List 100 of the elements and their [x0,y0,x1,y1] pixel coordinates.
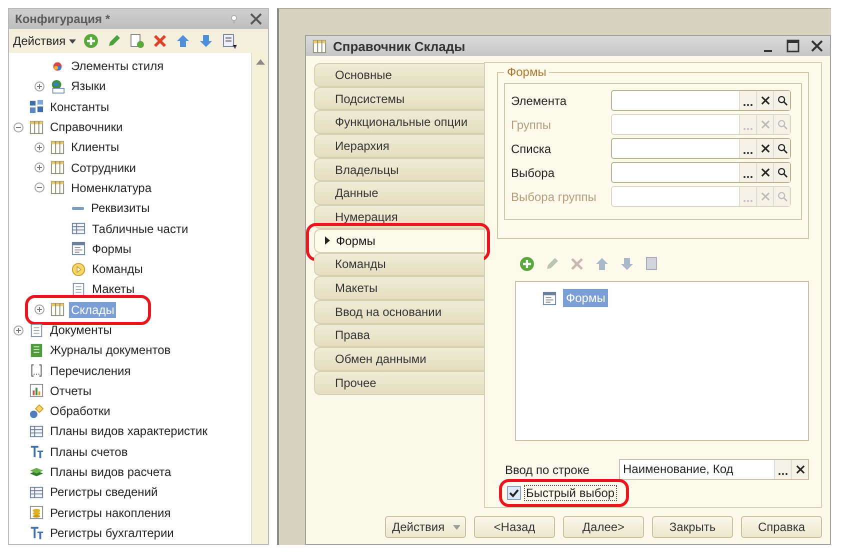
actions-menu-button[interactable]: Действия [385,516,466,538]
expand-icon[interactable] [34,80,45,92]
tree-item[interactable]: Регистры накопления [48,504,173,521]
add-icon[interactable] [519,256,535,272]
tree-item[interactable]: Формы [90,240,134,257]
expand-icon[interactable] [34,142,45,153]
dialog-button[interactable]: Справка [741,516,822,538]
expand-icon[interactable] [34,162,45,174]
select-button[interactable] [739,163,756,182]
clear-button[interactable] [756,139,773,158]
list-icon[interactable] [220,33,237,49]
clear-button[interactable] [756,163,773,182]
tree-item[interactable]: Макеты [90,281,137,298]
search-button[interactable] [773,139,790,158]
tree-item[interactable]: Документы [48,322,114,338]
delete-icon[interactable] [152,33,168,49]
field-value: Наименование, Код [622,461,734,478]
select-button[interactable] [739,91,756,110]
section-tab[interactable]: Данные [314,181,484,206]
play-icon [71,262,86,277]
section-tab[interactable]: Обмен данными [314,347,484,371]
clear-button[interactable] [756,91,773,110]
tree-item[interactable]: Журналы документов [48,342,173,358]
tree-item[interactable]: Языки [69,78,108,94]
close-icon[interactable] [250,13,262,25]
tree-item[interactable]: Справочники [48,119,125,136]
collapse-icon[interactable] [13,122,24,133]
tree-item[interactable]: Обработки [48,403,112,420]
down-arrow-icon[interactable] [619,256,635,272]
field-label: Выбора [511,166,556,180]
up-arrow-icon[interactable] [594,256,610,272]
dialog-button[interactable]: Далее> [563,516,644,538]
checkbox[interactable] [507,486,521,500]
clear-button[interactable] [791,460,808,479]
tree-item[interactable]: Планы счетов [48,444,130,460]
pin-icon[interactable] [230,14,238,24]
section-tab[interactable]: Формы [314,228,484,252]
tree-item[interactable]: Сотрудники [69,160,138,176]
tree-item[interactable]: Перечисления [48,362,133,379]
input-field[interactable] [611,90,791,111]
dialog-button[interactable]: <Назад [474,516,555,538]
form-icon [542,290,557,306]
check-icon [508,487,520,499]
close-icon[interactable] [810,39,824,53]
journal-icon [29,342,44,358]
tree-item[interactable]: Планы видов характеристик [48,423,210,440]
scroll-up-icon[interactable] [256,59,264,65]
section-tab[interactable]: Функциональные опции [314,110,484,134]
select-button[interactable] [774,460,791,479]
tee-icon [29,525,44,540]
collapse-icon[interactable] [34,182,45,194]
dash-icon [72,206,84,210]
checkbox-label[interactable]: Быстрый выбор [524,485,617,501]
expand-icon[interactable] [34,304,45,316]
actions-menu-button[interactable]: Действия [13,34,76,48]
select-button[interactable] [739,139,756,158]
tree-item[interactable]: Планы видов расчета [48,464,174,480]
tree-item[interactable]: Команды [90,261,145,278]
copy-icon[interactable] [128,33,145,49]
expand-icon[interactable] [13,324,24,336]
section-tab[interactable]: Команды [314,252,484,276]
caret-icon [452,524,460,530]
triangle-icon [325,236,330,246]
tree-item[interactable]: Регистры сведений [48,484,160,500]
tree-item[interactable]: Константы [48,98,112,115]
section-tab[interactable]: Владельцы [314,158,484,182]
tree-item[interactable]: Номенклатура [69,180,154,196]
section-tab[interactable]: Права [314,324,484,348]
tree-item[interactable]: Табличные части [90,220,190,237]
coins-icon [29,505,44,520]
tree-item[interactable]: Регистры бухгалтерии [48,524,176,541]
maximize-icon[interactable] [786,39,800,53]
tree-item[interactable]: Реквизиты [89,200,152,216]
section-tab[interactable]: Основные [314,63,484,87]
up-arrow-icon[interactable] [174,33,191,49]
tree-item[interactable]: Отчеты [48,382,94,399]
section-tab[interactable]: Подсистемы [314,86,484,110]
section-tab[interactable]: Ввод на основании [314,300,484,324]
add-icon[interactable] [82,33,99,49]
section-tab[interactable]: Иерархия [314,134,484,158]
table-icon [29,484,44,500]
input-field[interactable] [611,138,791,159]
search-icon [776,119,788,130]
tree-item[interactable]: Клиенты [69,139,122,156]
down-arrow-icon[interactable] [198,33,214,49]
search-button[interactable] [773,163,790,182]
document-icon [71,282,86,297]
group-title: Формы [506,65,548,79]
section-tab[interactable]: Прочее [314,370,484,395]
tree-item[interactable]: Элементы стиля [69,58,166,74]
blocks-icon [29,99,44,114]
input-field[interactable]: Наименование, Код [619,459,809,480]
field-label: Списка [511,142,552,156]
field-label: Группы [511,118,552,132]
search-button[interactable] [773,91,790,110]
section-tab[interactable]: Макеты [314,276,484,300]
dialog-button[interactable]: Закрыть [652,516,733,538]
scrollbar[interactable] [251,53,268,544]
input-field[interactable] [611,162,791,183]
table-icon [312,38,327,54]
